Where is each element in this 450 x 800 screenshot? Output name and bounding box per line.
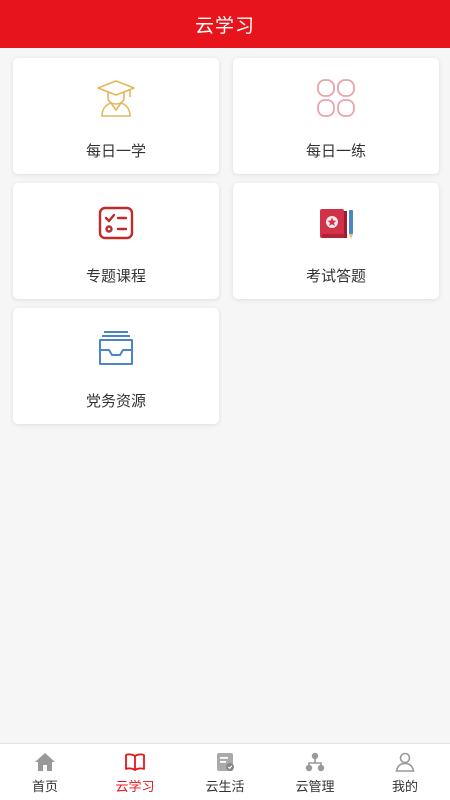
card-label: 每日一学 [85,142,146,160]
tab-cloud-life[interactable]: 云生活 [180,744,270,800]
tab-label: 我的 [391,780,418,795]
page-title: 云学习 [194,14,255,37]
tab-label: 云学习 [115,780,155,795]
card-label: 党务资源 [85,392,146,410]
book-icon [123,751,147,773]
card-exam[interactable]: 考试答题 [233,183,439,299]
card-label: 专题课程 [85,267,146,285]
tab-cloud-manage[interactable]: 云管理 [270,744,360,800]
card-topic-courses[interactable]: 专题课程 [13,183,219,299]
graduate-icon [94,76,138,120]
org-chart-icon [303,751,327,773]
inbox-tray-icon [94,326,138,370]
tab-home[interactable]: 首页 [0,744,90,800]
card-label: 考试答题 [305,267,366,285]
tab-label: 云管理 [295,780,335,795]
checklist-icon [94,201,138,245]
card-daily-practice[interactable]: 每日一练 [233,58,439,174]
exam-book-icon [314,201,358,245]
card-daily-study[interactable]: 每日一学 [13,58,219,174]
clover-icon [314,76,358,120]
user-icon [393,751,417,773]
app-header: 云学习 [0,0,450,48]
card-party-resources[interactable]: 党务资源 [13,308,219,424]
card-label: 每日一练 [305,142,366,160]
tab-cloud-study[interactable]: 云学习 [90,744,180,800]
home-icon [33,751,57,773]
tab-label: 云生活 [205,780,245,795]
tab-mine[interactable]: 我的 [360,744,450,800]
tab-label: 首页 [31,780,58,795]
bottom-tab-bar: 首页 云学习 云生活 云管理 我的 [0,743,450,800]
life-icon [213,751,237,773]
